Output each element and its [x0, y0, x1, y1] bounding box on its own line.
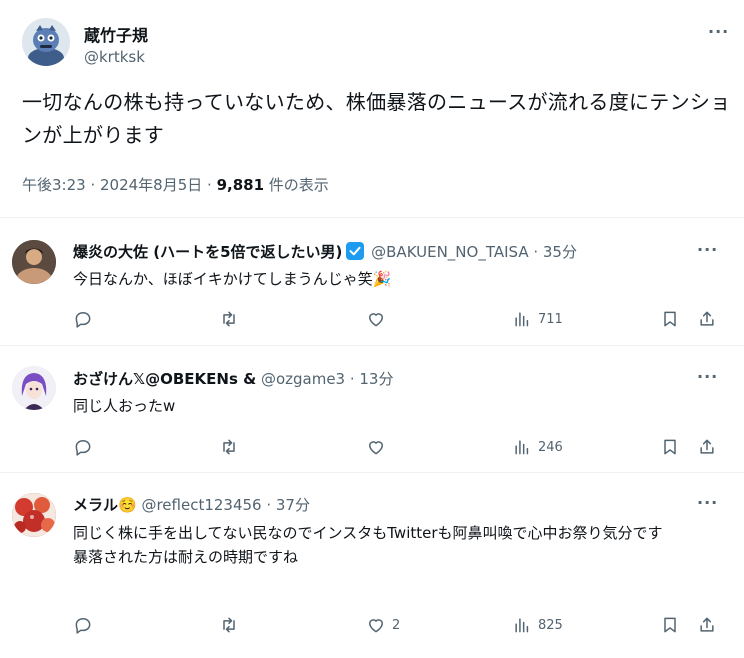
- view-label: 件の表示: [264, 176, 329, 194]
- share-button[interactable]: [697, 615, 717, 635]
- share-icon: [700, 439, 714, 454]
- reply-button[interactable]: [73, 309, 99, 329]
- reply-handle-time[interactable]: @BAKUEN_NO_TAISA · 35分: [366, 243, 577, 261]
- retweet-icon: [223, 311, 235, 327]
- bookmark-icon: [664, 617, 676, 633]
- view-count: 9,881: [216, 176, 265, 194]
- views-count: 246: [538, 439, 563, 455]
- reply-button[interactable]: [73, 615, 99, 635]
- share-button[interactable]: [697, 309, 717, 329]
- retweet-button[interactable]: [219, 309, 245, 329]
- reply-actions: 2 825: [73, 615, 723, 637]
- reply-avatar[interactable]: [12, 366, 56, 410]
- main-author-name[interactable]: 蔵竹子規: [84, 22, 148, 46]
- reply-item[interactable]: メラル☺️ @reflect123456 · 37分 ··· 同じく株に手を出し…: [0, 473, 744, 658]
- comment-icon: [75, 440, 91, 456]
- analytics-icon: [515, 440, 529, 455]
- more-icon[interactable]: ···: [697, 493, 718, 512]
- reply-author-name[interactable]: メラル☺️: [73, 496, 137, 514]
- analytics-icon: [515, 312, 529, 327]
- share-button[interactable]: [697, 437, 717, 457]
- reply-header: 爆炎の大佐 (ハートを5倍で返したい男) @BAKUEN_NO_TAISA · …: [73, 241, 577, 262]
- main-tweet-text: 一切なんの株も持っていないため、株価暴落のニュースが流れる度にテンションが上がり…: [22, 90, 731, 147]
- retweet-button[interactable]: [219, 437, 245, 457]
- reply-handle-time[interactable]: @ozgame3 · 13分: [256, 370, 394, 388]
- bookmark-button[interactable]: [660, 437, 680, 457]
- tweet-timestamp[interactable]: 午後3:23 · 2024年8月5日 ·: [22, 176, 217, 194]
- reply-item[interactable]: 爆炎の大佐 (ハートを5倍で返したい男) @BAKUEN_NO_TAISA · …: [0, 218, 744, 346]
- more-icon[interactable]: ···: [697, 240, 718, 259]
- retweet-icon: [223, 439, 235, 455]
- reply-avatar[interactable]: [12, 240, 56, 284]
- comment-icon: [75, 618, 91, 634]
- retweet-button[interactable]: [219, 615, 245, 635]
- retweet-icon: [223, 617, 235, 633]
- reply-item[interactable]: おざけん𝕏@OBEKENs & @ozgame3 · 13分 ··· 同じ人おっ…: [0, 346, 744, 473]
- analytics-icon: [515, 618, 529, 633]
- views-button[interactable]: 825: [512, 615, 563, 635]
- reply-header: メラル☺️ @reflect123456 · 37分: [73, 494, 310, 515]
- reply-avatar[interactable]: [12, 493, 56, 537]
- reply-text: 今日なんか、ほぼイキかけてしまうんじゃ笑🎉: [73, 270, 392, 288]
- views-button[interactable]: 246: [512, 437, 563, 457]
- like-button[interactable]: 2: [366, 615, 400, 635]
- reply-header: おざけん𝕏@OBEKENs & @ozgame3 · 13分: [73, 368, 393, 389]
- more-icon[interactable]: ···: [708, 22, 729, 41]
- like-button[interactable]: [366, 309, 392, 329]
- reply-actions: 711: [73, 309, 723, 331]
- reply-text: 同じ人おったw: [73, 397, 176, 415]
- more-icon[interactable]: ···: [697, 367, 718, 386]
- bookmark-button[interactable]: [660, 615, 680, 635]
- like-button[interactable]: [366, 437, 392, 457]
- reply-handle-time[interactable]: @reflect123456 · 37分: [137, 496, 310, 514]
- main-tweet: 蔵竹子規 @krtksk ··· 一切なんの株も持っていないため、株価暴落のニュ…: [0, 0, 744, 218]
- main-avatar[interactable]: [22, 18, 70, 66]
- share-icon: [700, 311, 714, 326]
- reply-button[interactable]: [73, 437, 99, 457]
- reply-actions: 246: [73, 437, 723, 459]
- main-author-handle[interactable]: @krtksk: [84, 48, 145, 66]
- like-count: 2: [392, 617, 401, 633]
- reply-text: 同じく株に手を出してない民なのでインスタもTwitterも阿鼻叫喚で心中お祭り気…: [73, 524, 663, 566]
- heart-icon: [369, 441, 383, 455]
- comment-icon: [75, 312, 91, 328]
- bookmark-button[interactable]: [660, 309, 680, 329]
- heart-icon: [369, 619, 383, 633]
- views-count: 825: [538, 617, 563, 633]
- views-button[interactable]: 711: [512, 309, 563, 329]
- verified-badge-icon: [346, 242, 365, 260]
- bookmark-icon: [664, 439, 676, 455]
- heart-icon: [369, 313, 383, 327]
- reply-author-name[interactable]: 爆炎の大佐 (ハートを5倍で返したい男): [73, 243, 342, 261]
- share-icon: [700, 617, 714, 632]
- reply-author-name[interactable]: おざけん𝕏@OBEKENs &: [73, 370, 256, 388]
- tweet-meta: 午後3:23 · 2024年8月5日 · 9,881 件の表示: [22, 174, 329, 195]
- views-count: 711: [538, 311, 563, 327]
- bookmark-icon: [664, 311, 676, 327]
